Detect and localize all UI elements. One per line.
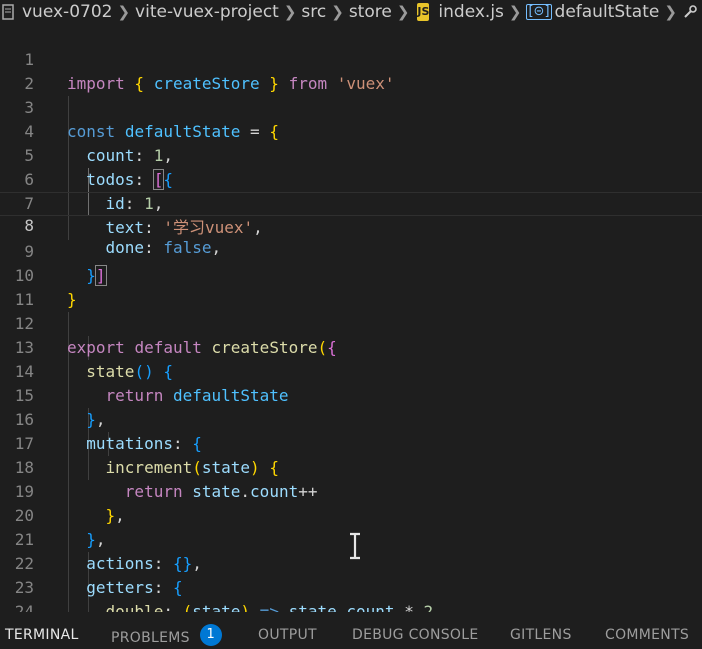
code-line: 13 state() { <box>0 312 702 336</box>
breadcrumb-item-src[interactable]: src <box>301 2 326 22</box>
code-line: 17 increment(state) { <box>0 408 702 432</box>
text-cursor-icon <box>345 532 365 562</box>
wrench-icon <box>682 4 698 20</box>
breadcrumb-item-store[interactable]: store <box>349 2 392 22</box>
tab-problems-label: PROBLEMS <box>111 630 190 646</box>
panel-tab-bar: TERMINAL PROBLEMS1 OUTPUT DEBUG CONSOLE … <box>0 620 702 645</box>
code-line: 15 }, <box>0 360 702 384</box>
breadcrumb-item-symbol[interactable]: defaultState <box>555 2 660 22</box>
tab-comments[interactable]: COMMENTS <box>605 627 689 643</box>
code-line: 9 }] <box>0 216 702 240</box>
code-line: 5 todos: [{ <box>0 120 702 144</box>
chevron-right-icon: ❯ <box>509 3 522 21</box>
tab-debug-console[interactable]: DEBUG CONSOLE <box>352 627 479 643</box>
tab-problems[interactable]: PROBLEMS 1 <box>111 627 222 649</box>
tab-terminal[interactable]: TERMINAL <box>5 627 79 643</box>
code-line: 14 return defaultState <box>0 336 702 360</box>
tab-output[interactable]: OUTPUT <box>258 627 317 643</box>
code-line: 19 }, <box>0 456 702 480</box>
code-line: 21 actions: {}, <box>0 504 702 528</box>
tab-gitlens[interactable]: GITLENS <box>510 627 572 643</box>
breadcrumb-item-folder[interactable]: vite-vuex-project <box>135 2 279 22</box>
chevron-right-icon: ❯ <box>664 3 677 21</box>
code-line: 18 return state.count++ <box>0 432 702 456</box>
breadcrumb: vuex-0702 ❯ vite-vuex-project ❯ src ❯ st… <box>0 0 702 24</box>
code-line: 11 <box>0 264 702 288</box>
code-line: 20 }, <box>0 480 702 504</box>
javascript-file-icon: JS <box>417 3 429 21</box>
chevron-right-icon: ❯ <box>117 3 130 21</box>
code-line: 12 export default createStore({ <box>0 288 702 312</box>
code-line: 16 mutations: { <box>0 384 702 408</box>
code-line-active: 8 done: false, <box>0 192 702 216</box>
problems-count-badge: 1 <box>200 624 222 646</box>
code-line: 10 } <box>0 240 702 264</box>
code-line: 7 text: '学习vuex', <box>0 168 702 192</box>
code-line: 1 import { createStore } from 'vuex' <box>0 24 702 48</box>
file-tree-icon <box>2 3 14 21</box>
chevron-right-icon: ❯ <box>284 3 297 21</box>
symbol-bracket-icon: [⊝] <box>526 4 551 20</box>
code-line: 3 const defaultState = { <box>0 72 702 96</box>
code-line: 24 getTodoById: state => id => state. <box>0 576 702 600</box>
breadcrumb-item-project[interactable]: vuex-0702 <box>22 2 112 22</box>
code-line: 25 } <box>0 600 702 612</box>
code-line: 2 <box>0 48 702 72</box>
chevron-right-icon: ❯ <box>331 3 344 21</box>
code-editor[interactable]: 1 import { createStore } from 'vuex' 2 3… <box>0 24 702 612</box>
breadcrumb-item-file[interactable]: index.js <box>438 2 504 22</box>
code-line: 6 id: 1, <box>0 144 702 168</box>
code-line: 4 count: 1, <box>0 96 702 120</box>
chevron-right-icon: ❯ <box>397 3 410 21</box>
